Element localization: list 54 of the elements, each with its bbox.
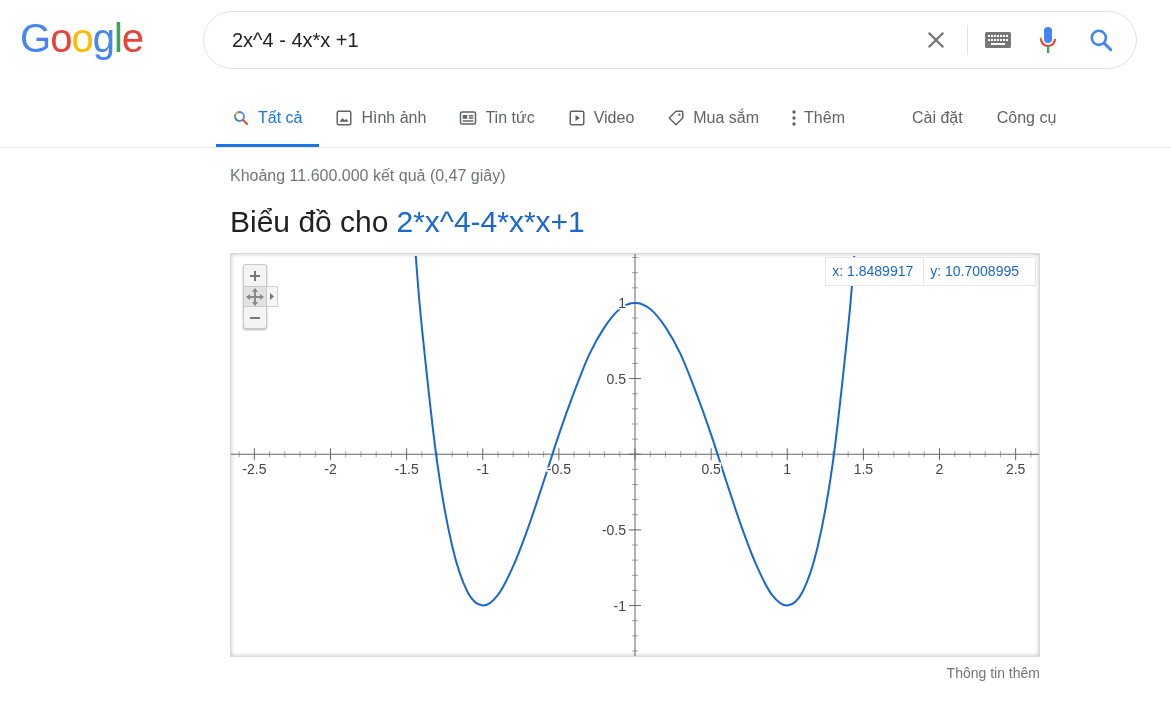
tab[interactable]: Tin tức xyxy=(443,92,552,147)
graph-title: Biểu đồ cho xyxy=(230,204,389,240)
tag-icon xyxy=(667,109,686,127)
search-icon xyxy=(232,109,250,127)
image-icon xyxy=(335,109,354,127)
axis-label: -1.5 xyxy=(394,461,419,478)
logo-letter: G xyxy=(20,18,51,58)
tab[interactable]: Hình ảnh xyxy=(319,92,444,147)
tool-link[interactable]: Công cụ xyxy=(996,109,1057,127)
axis-label: 1 xyxy=(783,461,792,478)
expand-button[interactable] xyxy=(267,286,278,307)
axis-label: 2.5 xyxy=(1005,461,1026,478)
voice-search-button[interactable] xyxy=(1038,26,1058,54)
search-icon xyxy=(1088,27,1114,53)
clear-button[interactable] xyxy=(925,29,947,51)
logo-letter: o xyxy=(50,18,72,58)
logo-letter: g xyxy=(92,18,114,58)
axis-label: -0.5 xyxy=(546,461,571,478)
axis-label: -1 xyxy=(476,461,489,478)
keyboard-button[interactable] xyxy=(984,31,1012,49)
logo-letter: e xyxy=(121,18,143,58)
plus-icon xyxy=(249,269,261,282)
search-button[interactable] xyxy=(1088,27,1114,53)
logo-letter: o xyxy=(71,18,93,58)
y-coordinate: y: 10.7008995 xyxy=(923,258,1035,285)
axis-label: -1 xyxy=(613,597,626,614)
tool-link[interactable]: Cài đặt xyxy=(912,109,963,127)
axis-label: 0.5 xyxy=(606,370,626,387)
newspaper-icon xyxy=(459,109,478,127)
more-icon xyxy=(792,110,797,126)
more-info-link[interactable]: Thông tin thêm xyxy=(946,665,1040,681)
tab[interactable]: Video xyxy=(551,92,652,147)
play-icon xyxy=(567,109,586,127)
tab[interactable]: Mua sắm xyxy=(651,92,777,147)
x-coordinate: x: 1.8489917 xyxy=(831,262,915,281)
pan-button[interactable] xyxy=(244,286,266,307)
axis-label: -0.5 xyxy=(601,521,626,538)
result-stats: Khoảng 11.600.000 kết quả (0,47 giây) xyxy=(230,166,507,186)
axis-label: 0.5 xyxy=(701,461,721,478)
axis-label: 1 xyxy=(618,294,626,311)
caret-icon xyxy=(270,293,274,300)
close-icon xyxy=(925,29,947,51)
axis-label: -2 xyxy=(324,461,337,478)
tab[interactable]: Tất cả xyxy=(216,92,320,147)
keyboard-icon xyxy=(984,31,1012,49)
logo-letter: l xyxy=(113,18,122,58)
move-icon xyxy=(246,287,264,306)
search-input[interactable]: 2x^4 - 4x*x +1 xyxy=(232,28,925,52)
microphone-icon xyxy=(1038,26,1058,54)
graph-expression: 2*x^4-4*x*x+1 xyxy=(396,204,585,240)
tab[interactable]: Thêm xyxy=(776,92,862,147)
axis-label: -2.5 xyxy=(242,461,267,478)
axis-label: 1.5 xyxy=(853,461,874,478)
axis-label: 2 xyxy=(935,461,944,478)
